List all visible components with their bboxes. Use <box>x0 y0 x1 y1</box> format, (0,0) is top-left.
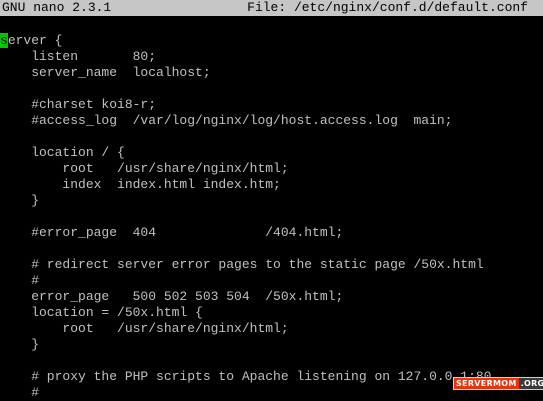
nano-title-bar: GNU nano 2.3.1 File: /etc/nginx/conf.d/d… <box>0 0 543 16</box>
watermark-text-part1: SERVERMOM <box>454 378 519 389</box>
editor-line-2[interactable]: listen 80; <box>0 49 543 65</box>
editor-line-19[interactable]: root /usr/share/nginx/html; <box>0 321 543 337</box>
editor-line-12[interactable] <box>0 209 543 225</box>
editor-line-10[interactable]: index index.html index.htm; <box>0 177 543 193</box>
app-version-label: GNU nano 2.3.1 <box>2 0 112 15</box>
editor-line-16[interactable]: # <box>0 273 543 289</box>
editor-line-text: erver { <box>7 33 63 48</box>
editor-line-9[interactable]: root /usr/share/nginx/html; <box>0 161 543 177</box>
text-cursor: s <box>0 33 8 48</box>
editor-line-18[interactable]: location = /50x.html { <box>0 305 543 321</box>
editor-line-1[interactable]: server { <box>0 33 543 49</box>
editor-line-8[interactable]: location / { <box>0 145 543 161</box>
editor-line-20[interactable]: } <box>0 337 543 353</box>
editor-line-4[interactable] <box>0 81 543 97</box>
editor-line-5[interactable]: #charset koi8-r; <box>0 97 543 113</box>
editor-line-11[interactable]: } <box>0 193 543 209</box>
editor-line-17[interactable]: error_page 500 502 503 504 /50x.html; <box>0 289 543 305</box>
editor-line-6[interactable]: #access_log /var/log/nginx/log/host.acce… <box>0 113 543 129</box>
text-editor-area[interactable]: server { listen 80; server_name localhos… <box>0 33 543 401</box>
servermom-watermark-logo: SERVERMOM .ORG <box>453 377 543 390</box>
file-path-label: File: /etc/nginx/conf.d/default.conf <box>247 0 528 15</box>
editor-line-3[interactable]: server_name localhost; <box>0 65 543 81</box>
editor-line-21[interactable] <box>0 353 543 369</box>
editor-line-7[interactable] <box>0 129 543 145</box>
editor-line-14[interactable] <box>0 241 543 257</box>
watermark-text-part2: .ORG <box>518 378 543 389</box>
editor-line-13[interactable]: #error_page 404 /404.html; <box>0 225 543 241</box>
editor-line-15[interactable]: # redirect server error pages to the sta… <box>0 257 543 273</box>
